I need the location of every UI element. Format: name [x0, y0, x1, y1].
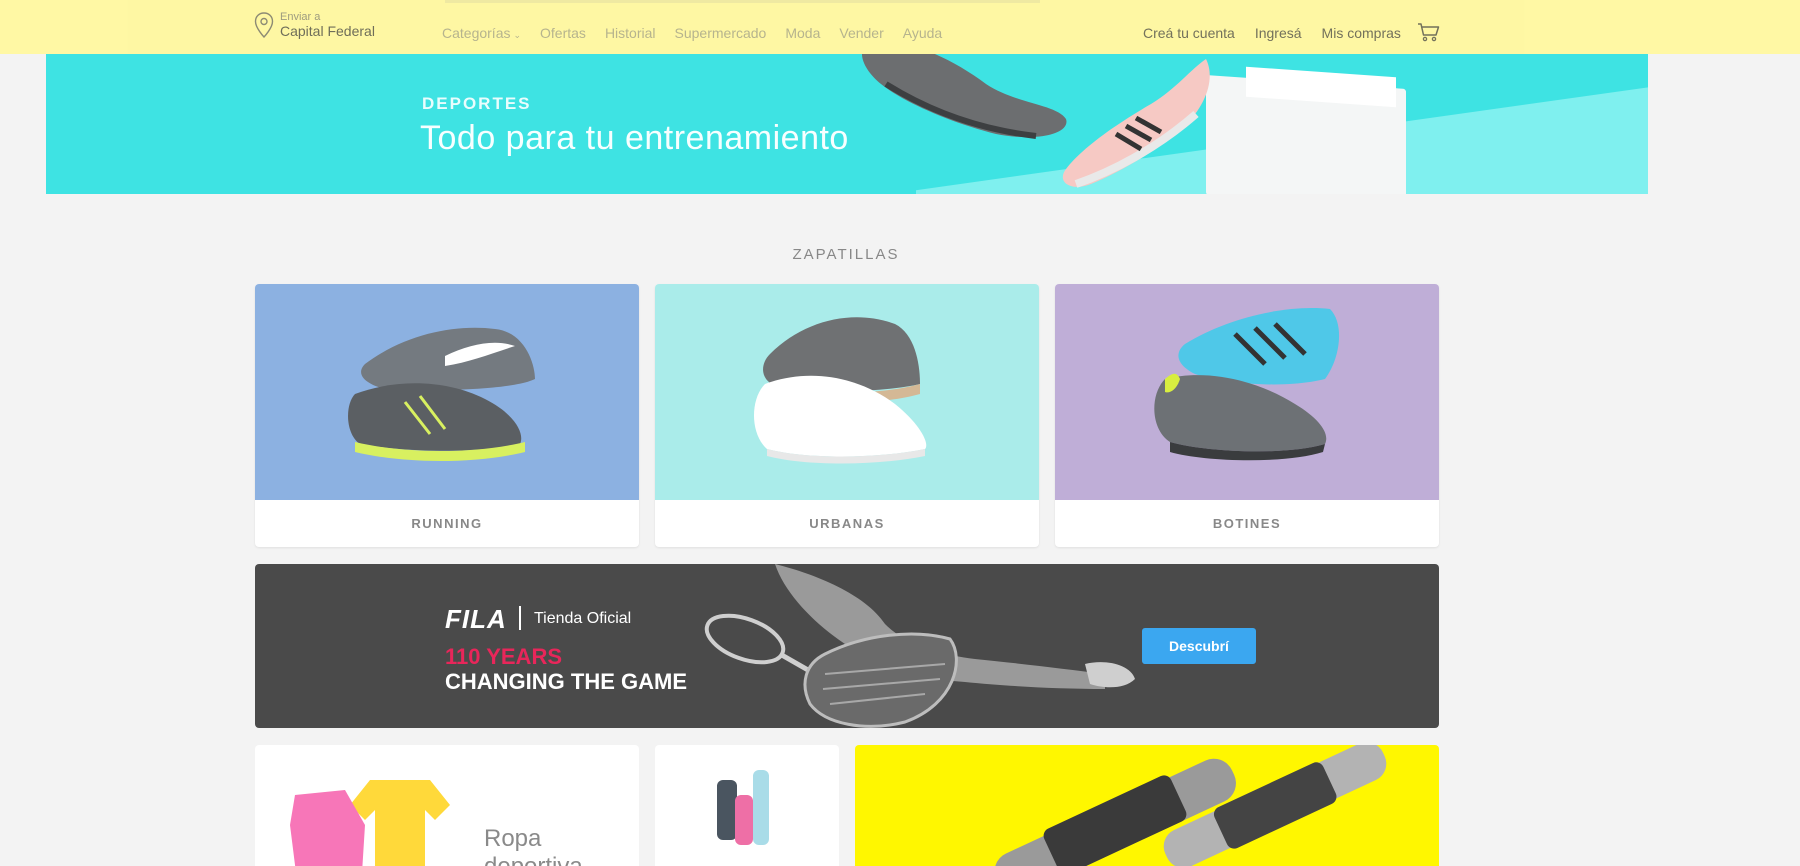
- category-card-urbanas[interactable]: URBANAS: [655, 284, 1039, 547]
- bottles-card[interactable]: [655, 745, 839, 866]
- location-name: Capital Federal: [280, 22, 375, 39]
- location-pin-icon: [254, 12, 274, 39]
- botines-image: [1055, 284, 1439, 500]
- category-card-running[interactable]: RUNNING: [255, 284, 639, 547]
- location-prefix: Enviar a: [280, 11, 321, 23]
- nav-moda[interactable]: Moda: [785, 25, 820, 41]
- sportswear-caption: Ropa deportiva: [484, 825, 583, 866]
- nav-categorias[interactable]: Categorías ⌄: [442, 25, 521, 41]
- main-nav: Categorías ⌄ Ofertas Historial Supermerca…: [442, 25, 961, 41]
- hero-title: Todo para tu entrenamiento: [420, 119, 849, 157]
- nav-ayuda[interactable]: Ayuda: [903, 25, 942, 41]
- urbanas-image: [655, 284, 1039, 500]
- football-boots-icon: [1154, 308, 1340, 461]
- section-title: ZAPATILLAS: [792, 246, 900, 263]
- running-image: [255, 284, 639, 500]
- nav-ofertas[interactable]: Ofertas: [540, 25, 586, 41]
- card-label-running: RUNNING: [411, 516, 483, 531]
- fila-promo-banner[interactable]: FILA Tienda Oficial 110 YEARS CHANGING T…: [255, 564, 1439, 728]
- create-account-link[interactable]: Creá tu cuenta: [1143, 25, 1235, 41]
- cart-icon[interactable]: [1417, 22, 1441, 42]
- account-nav: Creá tu cuenta Ingresá Mis compras: [1143, 25, 1421, 41]
- dumbbells-image: [994, 745, 1387, 866]
- nav-vender[interactable]: Vender: [839, 25, 883, 41]
- dumbbells-promo-card[interactable]: [855, 745, 1439, 866]
- top-header: Enviar a Capital Federal Categorías ⌄ Ofe…: [0, 0, 1800, 54]
- card-label-botines: BOTINES: [1212, 516, 1282, 531]
- nav-historial[interactable]: Historial: [605, 25, 656, 41]
- pink-sneaker-image: [1062, 59, 1210, 188]
- hero-kicker: DEPORTES: [422, 94, 532, 113]
- card-label-urbanas: URBANAS: [809, 516, 885, 531]
- water-bottles-image: [717, 770, 769, 845]
- delivery-location[interactable]: Enviar a Capital Federal: [254, 11, 375, 39]
- fila-store-label: Tienda Oficial: [534, 610, 632, 627]
- sportswear-caption-line2: deportiva: [484, 853, 583, 866]
- gray-sneaker-image: [862, 54, 1067, 139]
- fila-years-text: 110 YEARS: [445, 644, 563, 669]
- fila-slogan: CHANGING THE GAME: [445, 669, 687, 694]
- running-shoes-icon: [348, 327, 535, 461]
- tennis-player-image: [704, 564, 1135, 728]
- sportswear-card[interactable]: Ropa deportiva: [255, 745, 639, 866]
- fila-divider: [519, 606, 521, 630]
- login-link[interactable]: Ingresá: [1255, 25, 1302, 41]
- urban-shoes-icon: [753, 317, 927, 464]
- sportswear-caption-line1: Ropa: [484, 825, 542, 852]
- nav-categorias-label: Categorías: [442, 25, 511, 41]
- discover-button[interactable]: Descubrí: [1142, 628, 1256, 664]
- my-purchases-link[interactable]: Mis compras: [1322, 25, 1401, 41]
- search-bar-edge[interactable]: [445, 0, 1040, 3]
- sportswear-image: [290, 780, 450, 866]
- fila-logo: FILA: [445, 604, 507, 634]
- sports-hero-banner[interactable]: DEPORTES Todo para tu entrenamiento: [46, 54, 1648, 194]
- chevron-down-icon: ⌄: [513, 30, 522, 40]
- category-card-botines[interactable]: BOTINES: [1055, 284, 1439, 547]
- nav-supermercado[interactable]: Supermercado: [675, 25, 767, 41]
